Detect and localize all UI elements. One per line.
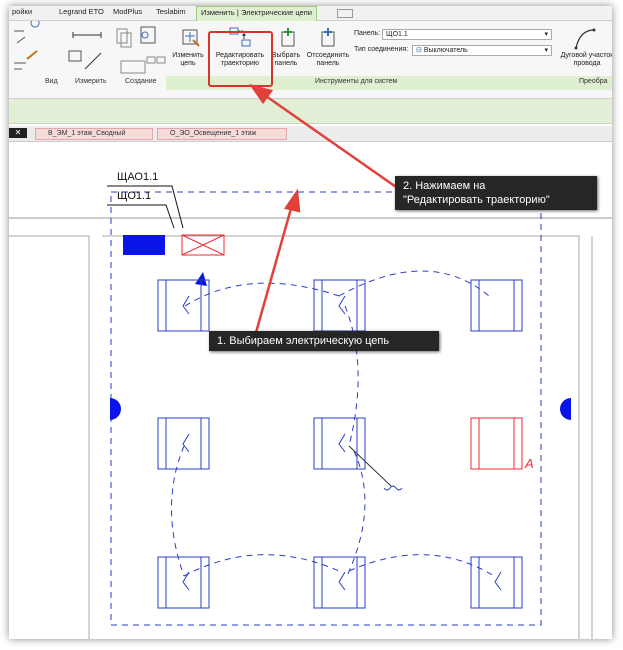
- wire-end-mark: [383, 485, 403, 491]
- tag-panel-1: ЩАО1.1: [117, 171, 159, 183]
- screenshot-frame: ройки Legrand ETO ModPlus Teslabim Измен…: [9, 6, 612, 639]
- selection-boundary: [110, 191, 542, 626]
- callout-step2-line2: "Редактировать траекторию": [403, 194, 550, 206]
- wire-arc: [344, 305, 359, 447]
- switch-symbol: [560, 398, 571, 420]
- panel-symbol-selected[interactable]: [181, 234, 225, 256]
- arrow-step2-head: [249, 83, 274, 105]
- tag-leader-2: [107, 204, 175, 229]
- tag-panel-2: ЩО1.1: [117, 190, 152, 202]
- arrow-step2-line: [262, 92, 400, 191]
- callout-step2-line1: 2. Нажимаем на: [403, 180, 486, 192]
- light-fixtures: [157, 279, 523, 609]
- callout-step1: 1. Выбираем электрическую цепь: [209, 331, 439, 351]
- panel-symbol[interactable]: [123, 235, 165, 255]
- callout-step2: 2. Нажимаем на "Редактировать траекторию…: [395, 176, 597, 210]
- arrow-step1-line: [253, 204, 294, 337]
- fixture-mark: А: [525, 456, 534, 471]
- drawing-canvas: [9, 83, 612, 639]
- wall-left: [9, 235, 90, 639]
- arrow-step1-head: [283, 188, 301, 213]
- switch-symbol: [110, 398, 121, 420]
- wire-arc: [183, 554, 340, 577]
- light-fixture-selected[interactable]: [470, 417, 523, 470]
- wire-arc: [184, 282, 340, 307]
- wire-arc: [348, 554, 495, 577]
- leader-line: [348, 445, 392, 487]
- wire-arc: [338, 270, 490, 297]
